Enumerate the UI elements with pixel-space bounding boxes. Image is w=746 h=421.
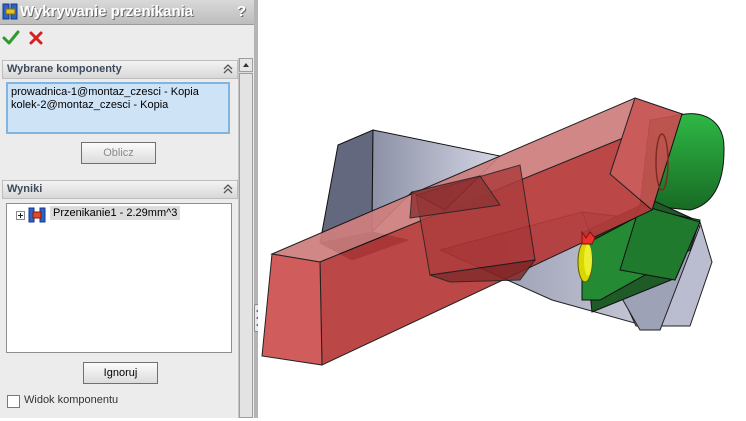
- graphics-viewport[interactable]: [258, 0, 746, 418]
- component-view-label: Widok komponentu: [24, 394, 119, 406]
- scroll-up-button[interactable]: [239, 58, 253, 72]
- results-title: Wyniki: [7, 183, 43, 195]
- selected-components-list[interactable]: prowadnica-1@montaz_czesci - Kopia kolek…: [6, 82, 230, 134]
- scroll-thumb[interactable]: [239, 73, 253, 418]
- assembly-model-view[interactable]: [258, 0, 746, 418]
- expand-plus-icon[interactable]: [16, 211, 25, 220]
- ignore-button[interactable]: Ignoruj: [83, 362, 158, 384]
- selected-components-title: Wybrane komponenty: [7, 63, 122, 75]
- ok-check-icon[interactable]: [1, 28, 21, 48]
- selected-components-header[interactable]: Wybrane komponenty: [2, 60, 238, 79]
- vertical-scrollbar[interactable]: [238, 58, 253, 418]
- results-header[interactable]: Wyniki: [2, 180, 238, 199]
- interference-detection-icon: [2, 3, 18, 20]
- interference-result-icon: [28, 207, 46, 223]
- panel-title: Wykrywanie przenikania: [20, 3, 194, 20]
- list-item[interactable]: kolek-2@montaz_czesci - Kopia: [11, 99, 225, 112]
- calculate-button[interactable]: Oblicz: [81, 142, 156, 164]
- collapse-chevron-icon[interactable]: [223, 184, 233, 194]
- help-button[interactable]: ?: [237, 3, 246, 20]
- list-item[interactable]: prowadnica-1@montaz_czesci - Kopia: [11, 86, 225, 99]
- tree-item-label[interactable]: Przenikanie1 - 2.29mm^3: [50, 206, 181, 220]
- cancel-x-icon[interactable]: [26, 28, 46, 48]
- title-bar: Wykrywanie przenikania ?: [0, 0, 256, 25]
- arrow-up-icon: [243, 63, 249, 67]
- collapse-chevron-icon[interactable]: [223, 64, 233, 74]
- component-view-checkbox[interactable]: [7, 395, 20, 408]
- property-manager-panel: Wykrywanie przenikania ? Wybrane kompone…: [0, 0, 256, 418]
- results-tree[interactable]: Przenikanie1 - 2.29mm^3: [6, 203, 232, 353]
